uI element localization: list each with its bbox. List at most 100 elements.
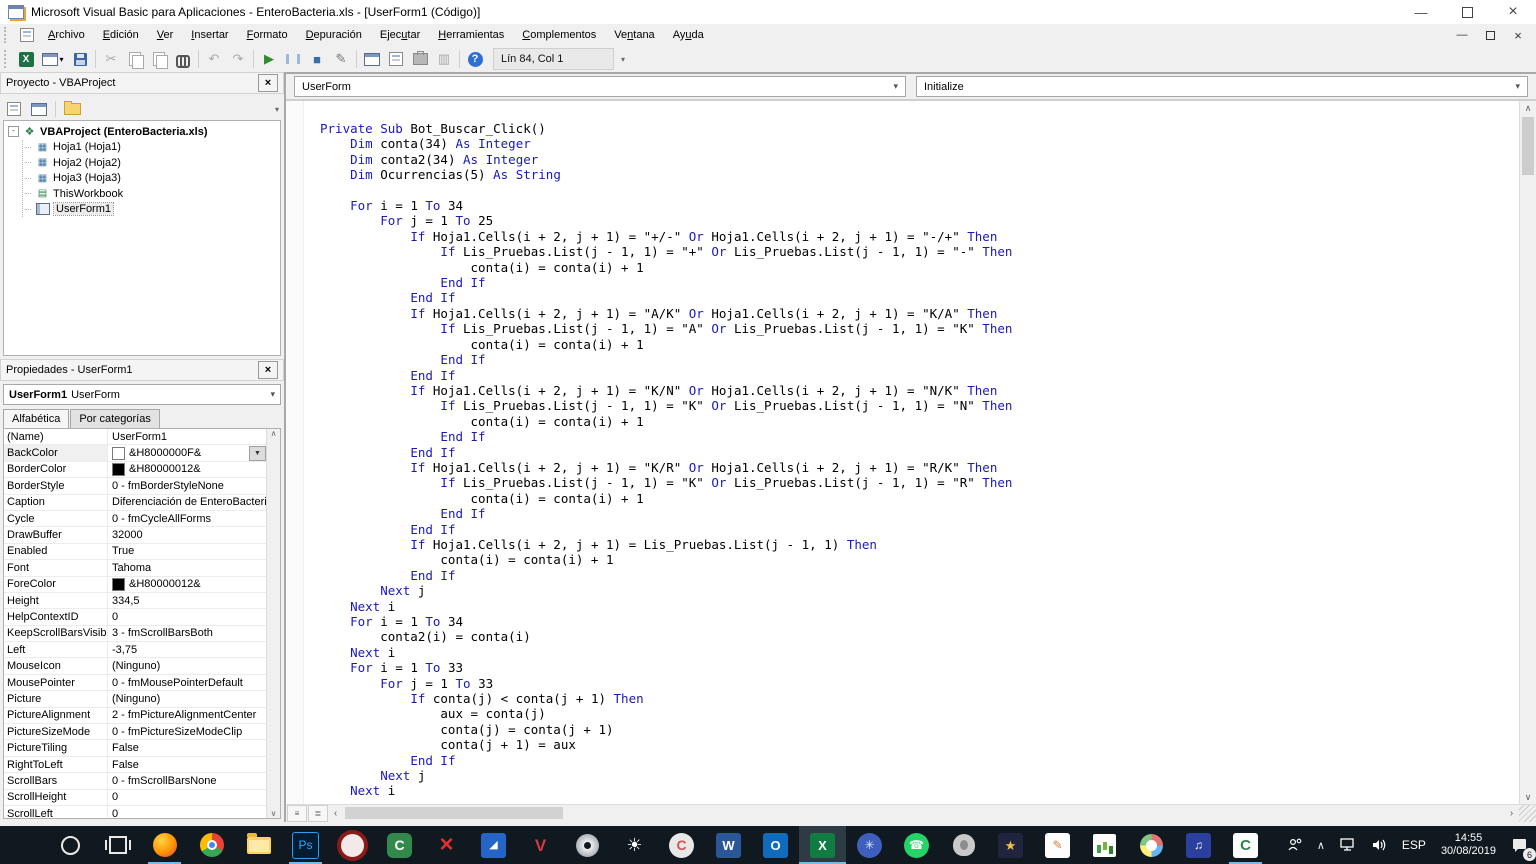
red-v-app-button[interactable]: V [517,826,564,864]
property-value[interactable]: &H8000000F&▼ [108,445,280,460]
properties-scrollbar[interactable]: ∧ ∨ [266,429,280,818]
mdi-close-button[interactable]: × [1504,26,1532,44]
clock[interactable]: 14:55 30/08/2019 [1433,826,1504,864]
language-indicator[interactable]: ESP [1395,826,1433,864]
property-value[interactable]: &H80000012& [108,577,280,592]
run-button[interactable]: ▶ [257,48,281,70]
menu-item-formato[interactable]: Formato [238,26,297,44]
project-item-hoja3[interactable]: ▦Hoja3 (Hoja3) [25,171,280,187]
property-row-picturealignment[interactable]: PictureAlignment2 - fmPictureAlignmentCe… [4,708,280,724]
code-editor[interactable]: Private Sub Bot_Buscar_Click() Dim conta… [286,101,1520,805]
project-explorer-button[interactable] [360,48,384,70]
object-browser-button[interactable]: ▥ [432,48,456,70]
property-value[interactable]: UserForm1 [108,429,280,444]
close-button[interactable]: × [1490,0,1536,24]
property-value[interactable]: True [108,544,280,559]
project-root-row[interactable]: - ❖ VBAProject (EnteroBacteria.xls) [8,124,280,140]
menu-item-herramientas[interactable]: Herramientas [429,26,513,44]
redo-button[interactable]: ↷ [226,48,250,70]
menu-item-ver[interactable]: Ver [148,26,183,44]
property-value[interactable]: 0 - fmScrollBarsNone [108,773,280,788]
property-row-scrollheight[interactable]: ScrollHeight0 [4,790,280,806]
view-object-button[interactable] [28,99,50,119]
help-button[interactable]: ? [463,48,487,70]
notes-app-button[interactable]: ✎ [1034,826,1081,864]
property-row-picturetiling[interactable]: PictureTilingFalse [4,740,280,756]
property-dropdown-button[interactable]: ▼ [249,446,266,460]
property-row-picture[interactable]: Picture(Ninguno) [4,691,280,707]
vertical-scroll-thumb[interactable] [1522,117,1534,175]
menu-item-complementos[interactable]: Complementos [513,26,605,44]
file-explorer-button[interactable] [235,826,282,864]
view-microsoft-excel-button[interactable]: X [14,48,38,70]
start-button[interactable] [0,826,47,864]
audio-app-button[interactable]: ♫ [1175,826,1222,864]
scroll-down-icon[interactable]: ∨ [1520,790,1536,805]
property-value[interactable]: 32000 [108,527,280,542]
property-row-picturesizemode[interactable]: PictureSizeMode0 - fmPictureSizeModeClip [4,724,280,740]
project-item-thisworkbook[interactable]: ▤ThisWorkbook [25,186,280,202]
property-value[interactable]: -3,75 [108,642,280,657]
firefox-button[interactable] [141,826,188,864]
break-button[interactable] [281,48,305,70]
property-value[interactable]: 0 - fmBorderStyleNone [108,478,280,493]
property-row-mouseicon[interactable]: MouseIcon(Ninguno) [4,658,280,674]
paste-button[interactable] [147,48,171,70]
whatsapp-button[interactable]: ☎ [893,826,940,864]
snipping-blue-button[interactable]: ◢ [470,826,517,864]
property-row-drawbuffer[interactable]: DrawBuffer32000 [4,527,280,543]
properties-window-button[interactable] [384,48,408,70]
property-row-enabled[interactable]: EnabledTrue [4,544,280,560]
property-value[interactable]: False [108,757,280,772]
photoshop-button[interactable]: Ps [282,826,329,864]
tab-alfabética[interactable]: Alfabética [3,409,69,429]
property-value[interactable]: &H80000012& [108,462,280,477]
property-row-font[interactable]: FontTahoma [4,560,280,576]
property-value[interactable]: 2 - fmPictureAlignmentCenter [108,708,280,723]
property-value[interactable]: 0 - fmCycleAllForms [108,511,280,526]
menu-item-depuracion[interactable]: Depuración [297,26,371,44]
mdi-system-icon[interactable] [15,24,39,46]
project-toolbar-overflow-button[interactable]: ▾ [275,105,279,114]
nero-button[interactable] [329,826,376,864]
property-value[interactable]: Tahoma [108,560,280,575]
cut-button[interactable]: ✂ [99,48,123,70]
brightness-app-button[interactable]: ☀ [611,826,658,864]
object-selector-dropdown[interactable]: UserForm1 UserForm ▾ [3,384,281,405]
tray-overflow-button[interactable]: ∧ [1310,826,1332,864]
property-value[interactable]: 0 - fmMousePointerDefault [108,675,280,690]
antivirus-spider-button[interactable]: ✳ [846,826,893,864]
menu-item-edicion[interactable]: Edición [94,26,148,44]
menubar-grip[interactable] [4,27,11,43]
menu-item-ejecutar[interactable]: Ejecutar [371,26,429,44]
property-row-helpcontextid[interactable]: HelpContextID0 [4,609,280,625]
minimize-button[interactable]: — [1398,0,1444,24]
property-value[interactable]: False [108,740,280,755]
undo-button[interactable]: ↶ [202,48,226,70]
property-row-mousepointer[interactable]: MousePointer0 - fmMousePointerDefault [4,675,280,691]
volume-button[interactable] [1364,826,1395,864]
property-row-backcolor[interactable]: BackColor&H8000000F&▼ [4,445,280,461]
object-dropdown[interactable]: UserForm ▾ [294,76,906,97]
menu-item-archivo[interactable]: Archivo [39,26,94,44]
vertical-scrollbar[interactable]: ∧ ∨ [1519,101,1536,805]
property-row-scrollbars[interactable]: ScrollBars0 - fmScrollBarsNone [4,773,280,789]
horizontal-scrollbar[interactable]: ‹ › [328,805,1519,822]
project-item-userform1[interactable]: UserForm1 [25,202,280,218]
property-row-keepscrollbarsvisible[interactable]: KeepScrollBarsVisible3 - fmScrollBarsBot… [4,626,280,642]
camtasia-white-button[interactable]: C [1222,826,1269,864]
property-row-bordercolor[interactable]: BorderColor&H80000012& [4,462,280,478]
collapse-icon[interactable]: - [8,126,19,137]
property-value[interactable]: 0 [108,806,280,819]
dvd-app-button[interactable] [564,826,611,864]
property-row-cycle[interactable]: Cycle0 - fmCycleAllForms [4,511,280,527]
design-mode-button[interactable]: ✎ [329,48,353,70]
property-value[interactable]: 334,5 [108,593,280,608]
restore-button[interactable] [1444,0,1490,24]
property-value[interactable]: (Ninguno) [108,658,280,673]
task-view-button[interactable] [94,826,141,864]
scroll-right-icon[interactable]: › [1504,805,1519,822]
horizontal-scroll-thumb[interactable] [345,807,563,819]
toolbox-button[interactable] [408,48,432,70]
outlook-button[interactable]: O [752,826,799,864]
